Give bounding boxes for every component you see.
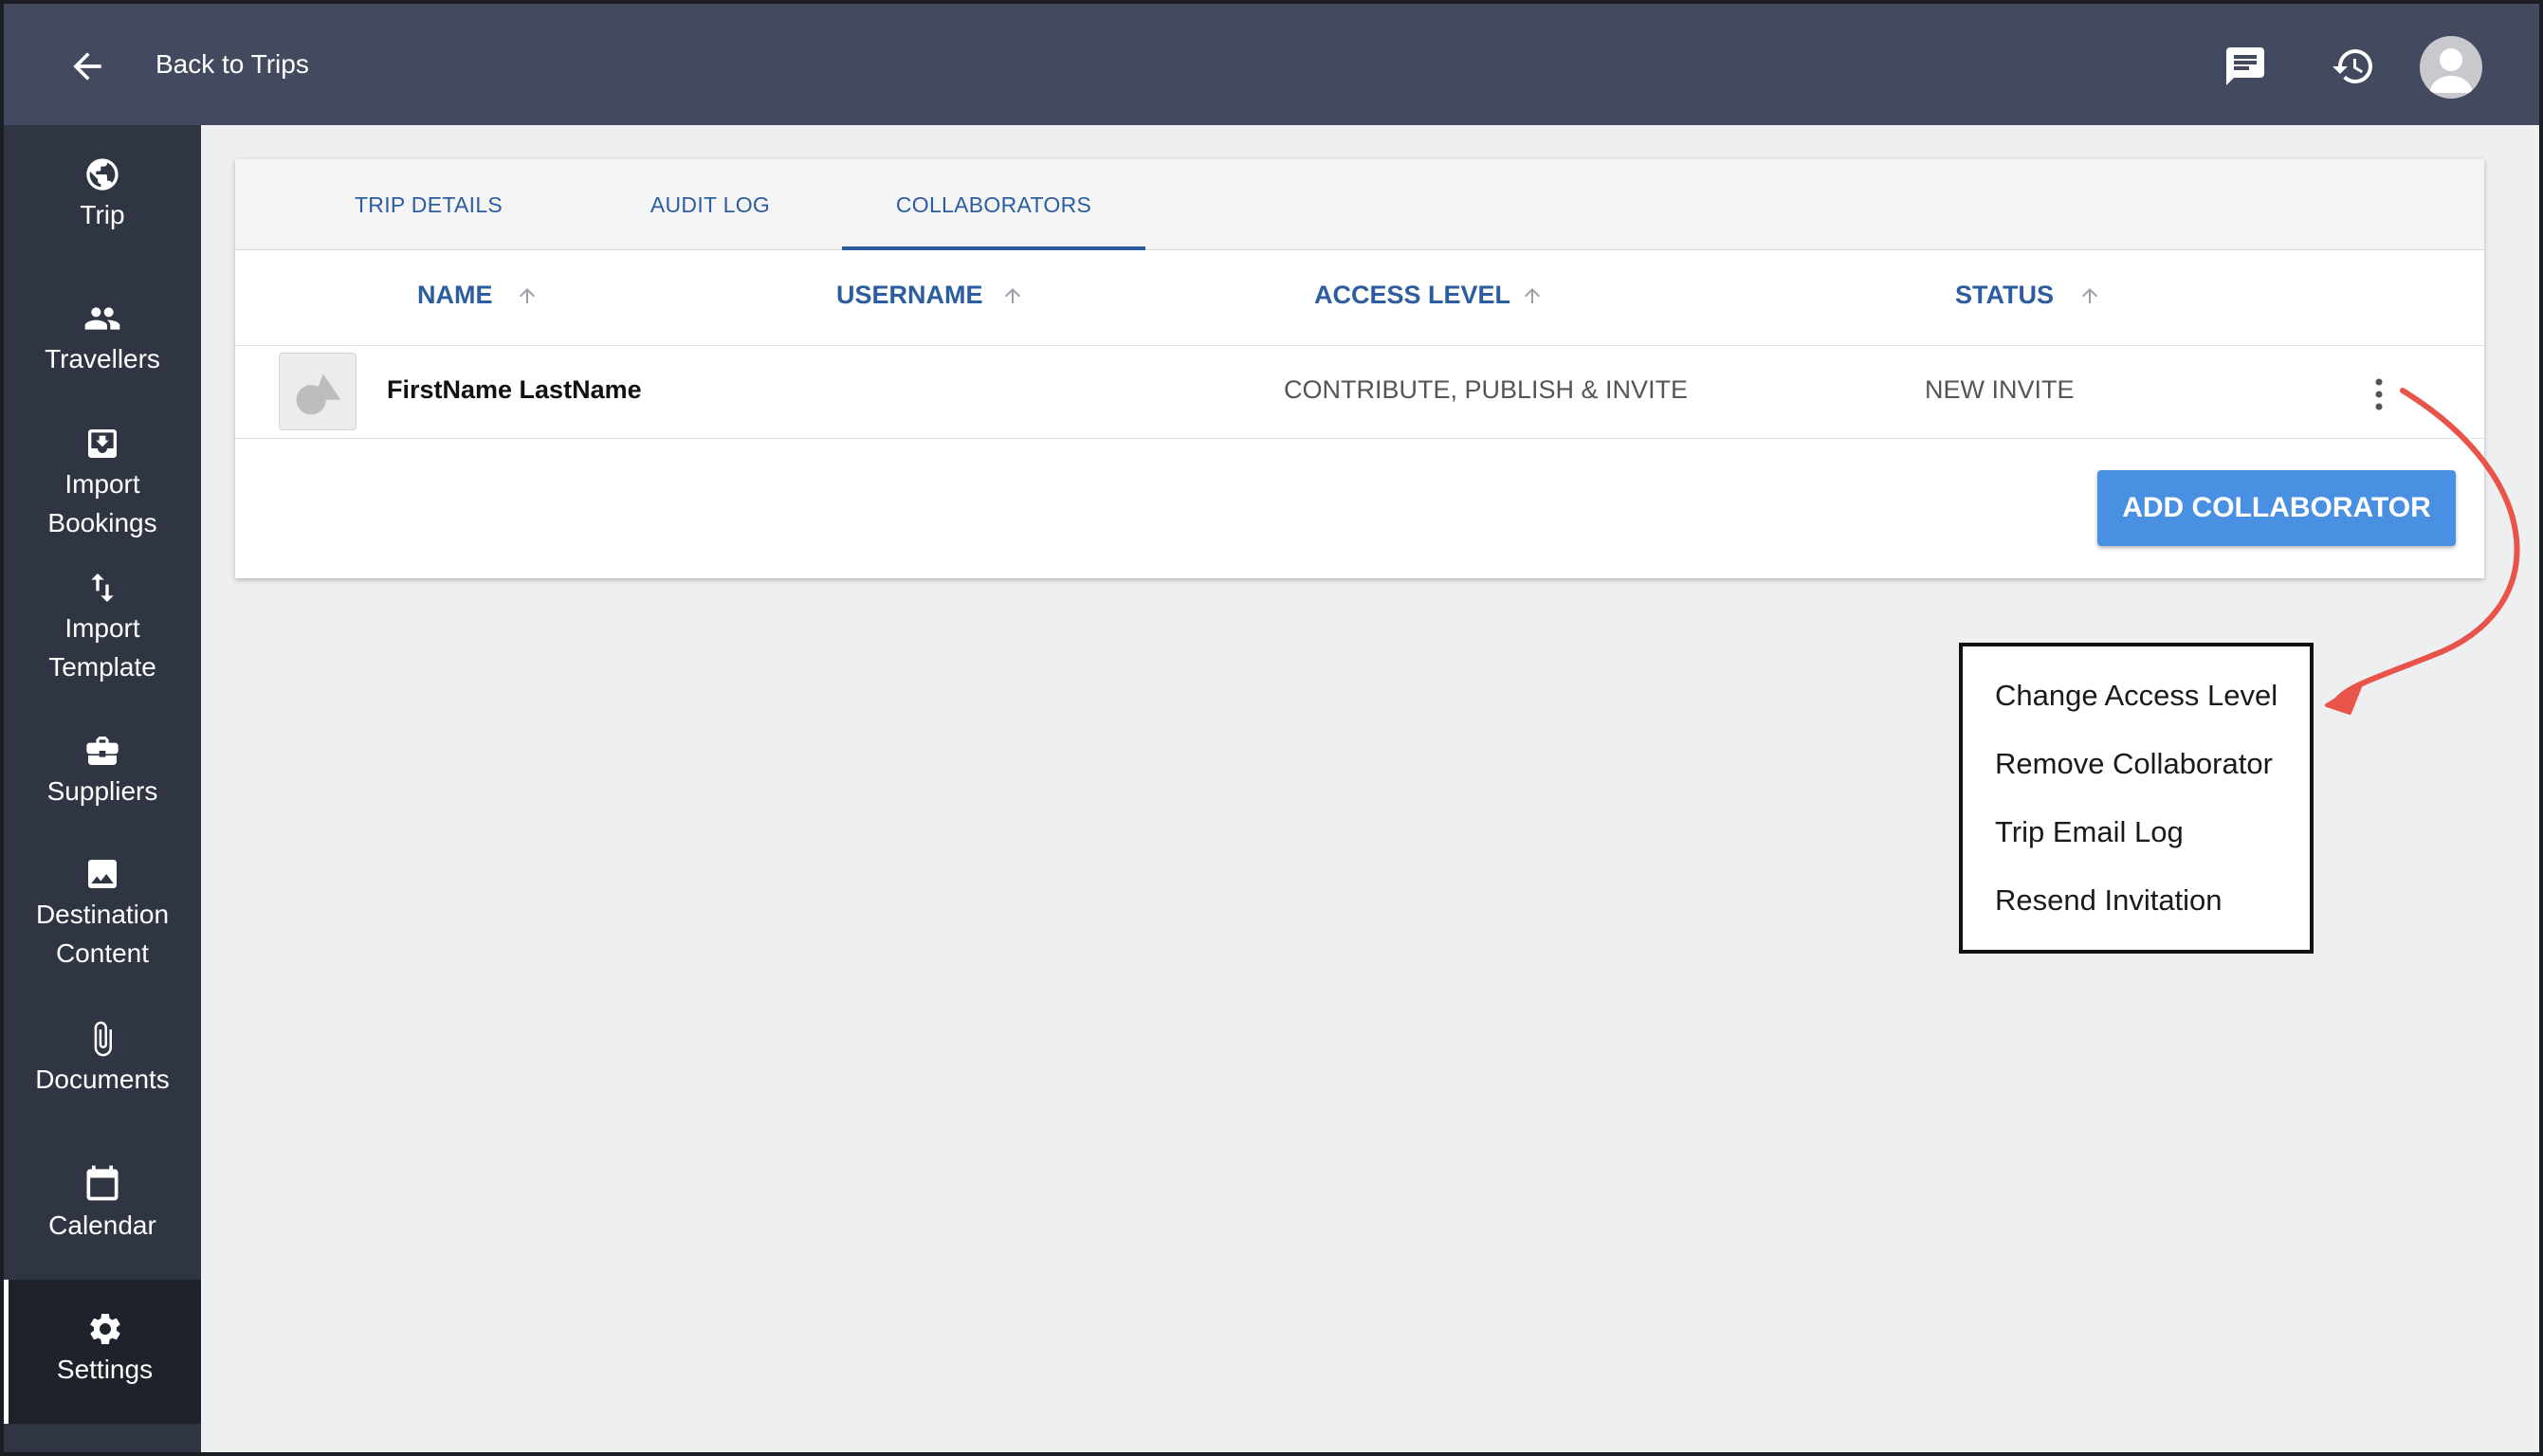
sidebar-item-label: Documents xyxy=(35,1065,170,1094)
placeholder-shapes-icon xyxy=(296,373,341,415)
sidebar-item-travellers[interactable]: Travellers xyxy=(4,300,201,378)
image-icon xyxy=(88,860,117,888)
menu-item-change-access-level[interactable]: Change Access Level xyxy=(1995,679,2278,713)
people-icon xyxy=(84,307,120,330)
menu-item-remove-collaborator[interactable]: Remove Collaborator xyxy=(1995,747,2273,781)
collaborator-access-level: CONTRIBUTE, PUBLISH & INVITE xyxy=(1284,375,1689,404)
sidebar-item-label: Settings xyxy=(56,1355,154,1384)
row-actions-menu: Change Access Level Remove Collaborator … xyxy=(1959,643,2314,954)
chat-icon[interactable] xyxy=(2223,44,2268,89)
calendar-icon xyxy=(86,1165,119,1201)
sort-arrow-up-icon[interactable] xyxy=(2078,284,2101,307)
row-divider xyxy=(235,438,2484,439)
sidebar-item-label: Template xyxy=(48,652,156,682)
import-box-icon xyxy=(88,429,117,458)
collaborator-name: FirstName LastName xyxy=(387,375,642,404)
sidebar-item-label: Content xyxy=(55,938,150,968)
collaborator-status: NEW INVITE xyxy=(1925,375,2075,404)
gear-icon xyxy=(89,1314,120,1344)
sidebar-item-trip[interactable]: Trip xyxy=(4,155,201,234)
tab-audit-log[interactable]: AUDIT LOG xyxy=(592,159,829,250)
tab-collaborators[interactable]: COLLABORATORS xyxy=(842,159,1145,250)
top-bar: Back to Trips xyxy=(4,4,2539,125)
sidebar-item-destination-content[interactable]: Destination Content xyxy=(4,855,201,973)
sidebar-item-label: Calendar xyxy=(48,1210,156,1240)
sort-arrow-up-icon[interactable] xyxy=(1521,284,1544,307)
sidebar: Trip Travellers Import Bookings Import T… xyxy=(4,125,201,1452)
column-header-status[interactable]: STATUS xyxy=(1955,281,2054,310)
column-header-access-level[interactable]: ACCESS LEVEL xyxy=(1314,281,1510,310)
menu-item-resend-invitation[interactable]: Resend Invitation xyxy=(1995,883,2223,918)
menu-item-trip-email-log[interactable]: Trip Email Log xyxy=(1995,815,2184,849)
globe-icon xyxy=(86,158,119,191)
user-silhouette-icon xyxy=(2429,48,2473,93)
app-frame: Back to Trips Trip Travellers Import Boo… xyxy=(0,0,2543,1456)
sidebar-item-import-bookings[interactable]: Import Bookings xyxy=(4,425,201,542)
briefcase-icon xyxy=(86,737,119,765)
back-to-trips-link[interactable]: Back to Trips xyxy=(156,49,309,80)
more-vert-icon[interactable] xyxy=(2365,375,2393,413)
sidebar-item-suppliers[interactable]: Suppliers xyxy=(4,732,201,810)
sort-arrow-up-icon[interactable] xyxy=(1001,284,1024,307)
sidebar-item-label: Import xyxy=(64,613,140,643)
column-header-username[interactable]: USERNAME xyxy=(836,281,983,310)
sidebar-item-label: Trip xyxy=(80,200,125,229)
sidebar-item-label: Suppliers xyxy=(46,776,158,806)
paperclip-icon xyxy=(94,1021,112,1057)
tab-bar: TRIP DETAILS AUDIT LOG COLLABORATORS xyxy=(235,159,2484,250)
back-arrow-icon[interactable] xyxy=(66,46,108,87)
sidebar-item-import-template[interactable]: Import Template xyxy=(4,569,201,686)
sidebar-item-label: Bookings xyxy=(47,508,157,537)
sidebar-item-label: Import xyxy=(64,469,140,499)
sidebar-item-calendar[interactable]: Calendar xyxy=(4,1162,201,1245)
sidebar-item-settings[interactable]: Settings xyxy=(4,1280,201,1424)
sidebar-item-documents[interactable]: Documents xyxy=(4,1020,201,1099)
sidebar-item-label: Travellers xyxy=(45,344,160,373)
sort-arrow-up-icon[interactable] xyxy=(516,284,539,307)
header-divider xyxy=(235,345,2484,346)
tab-trip-details[interactable]: TRIP DETAILS xyxy=(292,159,565,250)
user-avatar[interactable] xyxy=(2420,36,2482,99)
swap-vertical-icon xyxy=(91,573,114,602)
column-header-name[interactable]: NAME xyxy=(417,281,493,310)
collaborator-thumbnail xyxy=(279,353,357,430)
history-icon[interactable] xyxy=(2331,44,2376,89)
collaborators-card: TRIP DETAILS AUDIT LOG COLLABORATORS NAM… xyxy=(235,159,2484,578)
sidebar-item-label: Destination xyxy=(35,900,170,929)
add-collaborator-button[interactable]: ADD COLLABORATOR xyxy=(2097,470,2456,546)
